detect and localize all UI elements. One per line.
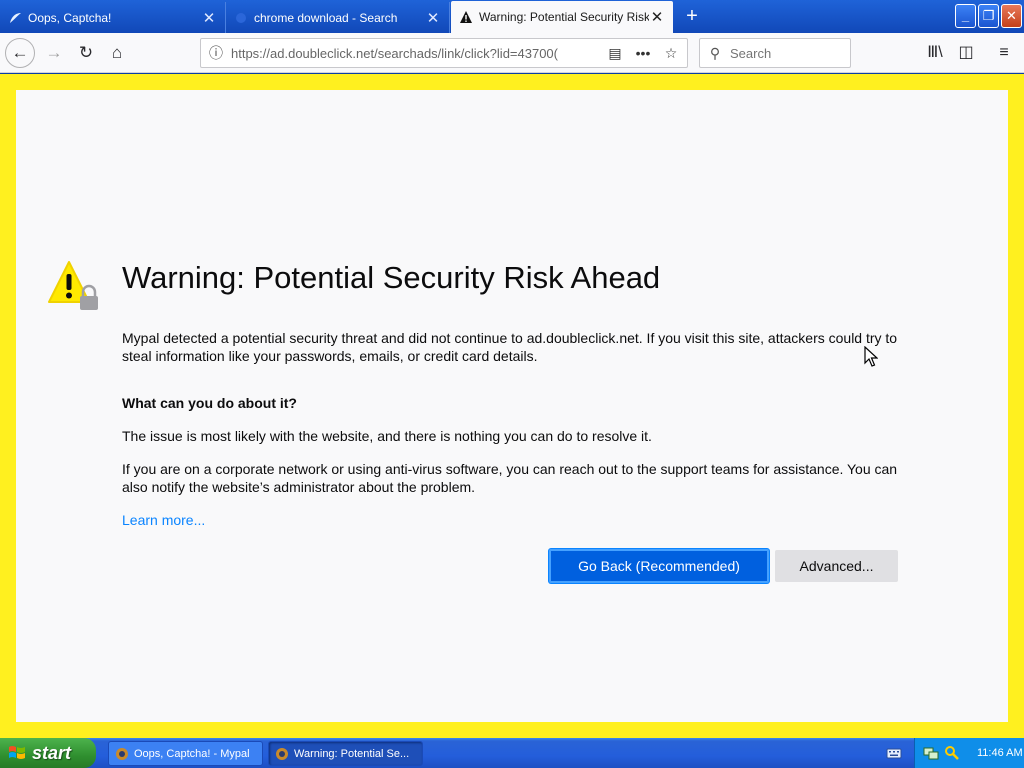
tab-title: Warning: Potential Security Risk A <box>479 10 649 24</box>
tab-oops-captcha[interactable]: Oops, Captcha! ✕ <box>0 2 226 33</box>
taskbar-window-security-warning[interactable]: Warning: Potential Se... <box>268 741 423 766</box>
bookmark-star-icon[interactable]: ☆ <box>661 45 681 62</box>
home-button[interactable]: ⌂ <box>103 39 131 67</box>
close-icon[interactable]: ✕ <box>649 8 665 26</box>
mouse-cursor-icon <box>864 346 878 367</box>
taskbar: start Oops, Captcha! - Mypal Warning: Po… <box>0 738 1024 768</box>
search-tray-icon[interactable] <box>944 745 960 761</box>
library-icon[interactable]: Ⅲ\ <box>921 39 949 67</box>
taskbar-window-label: Warning: Potential Se... <box>294 747 410 760</box>
page-actions-icon[interactable]: ••• <box>633 45 653 61</box>
search-input[interactable] <box>730 45 840 61</box>
start-label: start <box>32 742 72 763</box>
page-title: Warning: Potential Security Risk Ahead <box>122 260 661 295</box>
search-favicon-icon <box>236 12 246 23</box>
windows-flag-icon <box>9 746 25 759</box>
network-icon[interactable] <box>923 745 939 761</box>
url-text[interactable]: https://ad.doubleclick.net/searchads/lin… <box>231 46 605 61</box>
reload-button[interactable]: ↻ <box>72 39 100 67</box>
threat-description: Mypal detected a potential security thre… <box>122 330 898 364</box>
close-window-button[interactable]: ✕ <box>1001 4 1022 28</box>
mypal-logo-icon <box>10 12 21 23</box>
search-bar[interactable]: ⚲ <box>699 38 851 68</box>
start-button[interactable]: start <box>0 738 96 768</box>
tab-security-warning[interactable]: Warning: Potential Security Risk A ✕ <box>451 1 673 33</box>
warning-icon <box>460 11 472 23</box>
hamburger-menu-icon[interactable]: ≡ <box>990 39 1018 67</box>
advanced-button[interactable]: Advanced... <box>775 550 898 582</box>
sidebar-toggle-icon[interactable]: ◫ <box>952 39 980 67</box>
maximize-button[interactable]: ❐ <box>978 4 999 28</box>
learn-more-link[interactable]: Learn more... <box>122 512 205 528</box>
issue-explanation: The issue is most likely with the websit… <box>122 428 652 444</box>
corporate-network-note: If you are on a corporate network or usi… <box>122 461 898 495</box>
search-icon: ⚲ <box>709 44 721 61</box>
error-page: Warning: Potential Security Risk Ahead M… <box>16 90 1008 722</box>
go-back-button[interactable]: Go Back (Recommended) <box>549 549 769 583</box>
back-button[interactable]: ← <box>5 38 35 68</box>
keyboard-icon[interactable] <box>886 746 902 760</box>
mypal-logo-icon <box>276 747 288 760</box>
system-tray: 11:46 AM <box>914 738 1024 768</box>
url-bar[interactable]: ⓘ https://ad.doubleclick.net/searchads/l… <box>200 38 688 68</box>
close-icon[interactable]: ✕ <box>425 9 441 27</box>
forward-button[interactable]: → <box>40 39 68 67</box>
what-can-you-do-heading: What can you do about it? <box>122 395 297 411</box>
close-icon[interactable]: ✕ <box>201 9 217 27</box>
taskbar-window-label: Oops, Captcha! - Mypal <box>134 747 250 760</box>
new-tab-button[interactable]: + <box>680 4 704 28</box>
content-frame: Warning: Potential Security Risk Ahead M… <box>0 74 1024 738</box>
navigation-toolbar: ← → ↻ ⌂ ⓘ https://ad.doubleclick.net/sea… <box>0 33 1024 73</box>
site-info-icon[interactable]: ⓘ <box>201 43 231 63</box>
tab-title: chrome download - Search <box>254 10 398 25</box>
taskbar-window-oops-captcha[interactable]: Oops, Captcha! - Mypal <box>108 741 263 766</box>
clock[interactable]: 11:46 AM <box>977 747 1023 759</box>
mypal-logo-icon <box>116 747 128 760</box>
reader-view-icon[interactable]: ▤ <box>605 45 625 62</box>
tab-title: Oops, Captcha! <box>28 10 112 25</box>
tab-strip: Oops, Captcha! ✕ chrome download - Searc… <box>0 0 1024 33</box>
tab-chrome-download-search[interactable]: chrome download - Search ✕ <box>226 2 450 33</box>
warning-lock-icon <box>48 261 98 310</box>
minimize-button[interactable]: _ <box>955 4 976 28</box>
